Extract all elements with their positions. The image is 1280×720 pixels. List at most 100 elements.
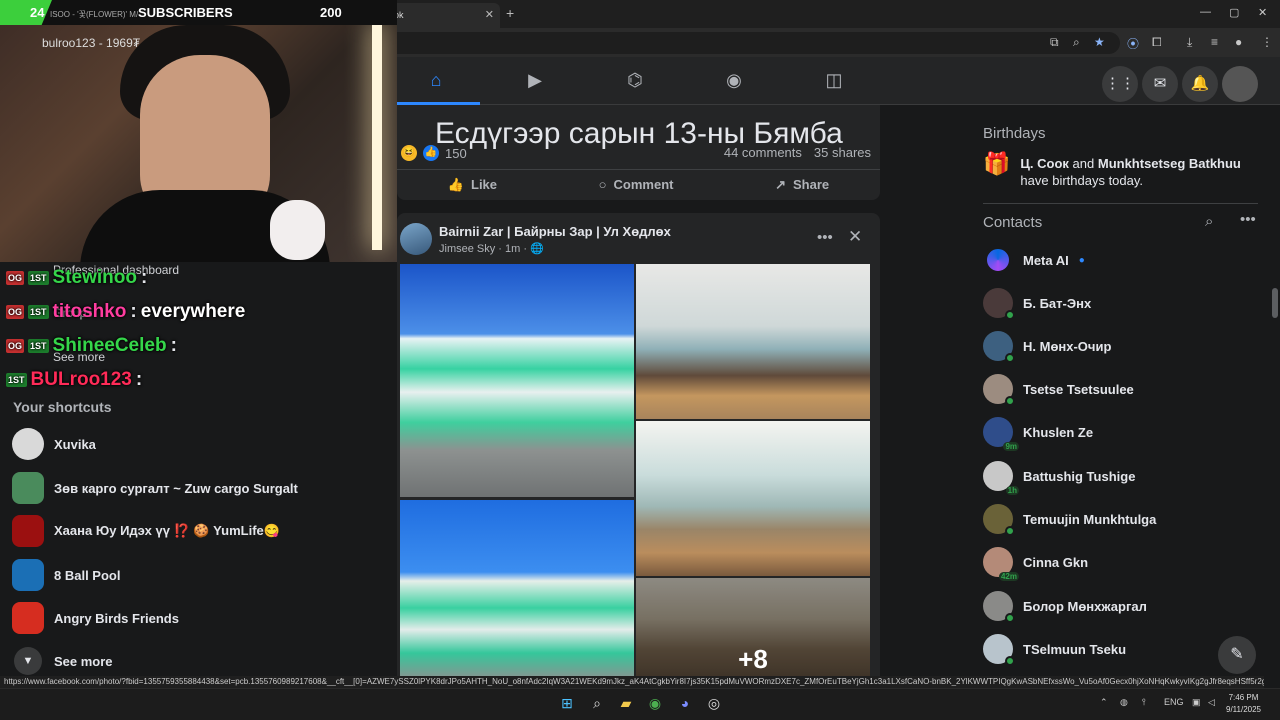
zoom-icon[interactable]: ⌕ — [1073, 35, 1080, 50]
subscriber-count: 24 — [30, 5, 45, 20]
photo-kitchen[interactable]: +8 — [636, 578, 870, 680]
maximize-button[interactable]: ▢ — [1229, 6, 1239, 19]
post-author[interactable]: Jimsee Sky — [439, 243, 495, 255]
chrome-icon[interactable]: ◉ — [645, 695, 665, 713]
photo-bedroom[interactable] — [636, 421, 870, 576]
shortcut-avatar — [12, 559, 44, 591]
photo-building-2[interactable] — [400, 500, 634, 680]
photo-building[interactable] — [400, 264, 634, 497]
shortcut-avatar — [12, 428, 44, 460]
shortcut-item[interactable]: Зөв карго сургалт ~ Zuw cargo Surgalt — [12, 472, 298, 504]
microphone-icon[interactable]: ⫯ — [1142, 697, 1146, 708]
file-explorer-icon[interactable]: ▰ — [616, 695, 636, 713]
subscriber-bar: ISOO - '꽃(FLOWER)' M/ 24 SUBSCRIBERS 200 — [0, 0, 397, 25]
shortcut-item[interactable]: 8 Ball Pool — [12, 559, 120, 591]
reaction-summary[interactable]: 😆 👍 150 — [401, 145, 467, 161]
obs-icon[interactable]: ◎ — [704, 695, 724, 713]
new-tab-button[interactable]: + — [506, 5, 514, 21]
scrollbar-thumb[interactable] — [1272, 288, 1278, 318]
address-bar[interactable] — [290, 32, 1120, 54]
close-icon[interactable]: ✕ — [848, 227, 862, 247]
discord-icon[interactable]: ◕ — [675, 695, 695, 713]
extensions-icon[interactable]: ⧠ — [1152, 35, 1162, 50]
contact-item[interactable]: TSelmuun Tseku — [983, 631, 1126, 667]
contact-item[interactable]: 42m Cinna Gkn — [983, 544, 1088, 581]
comment-button[interactable]: ○ Comment — [599, 177, 674, 192]
share-button[interactable]: ↗ Share — [775, 177, 829, 193]
marketplace-icon[interactable]: ⌬ — [623, 70, 647, 92]
photo-living-room[interactable] — [636, 264, 870, 419]
previous-post: Есдүгээр сарын 13-ны Бямба 😆 👍 150 44 co… — [397, 105, 880, 200]
first-badge: 1ST — [6, 373, 27, 387]
shortcut-label: Angry Birds Friends — [54, 610, 179, 626]
shortcut-item[interactable]: Хаана Юу Идэх үү ⁉️ 🍪 YumLife😋 — [12, 515, 280, 547]
clock[interactable]: 7:46 PM 9/11/2025 — [1226, 692, 1261, 716]
status-url: https://www.facebook.com/photo/?fbid=135… — [0, 676, 1264, 688]
see-more-button[interactable]: ▼ See more — [14, 647, 113, 675]
like-button[interactable]: 👍 Like — [448, 177, 497, 193]
search-icon[interactable]: ⌕ — [587, 695, 607, 713]
shortcut-label: 8 Ball Pool — [54, 567, 121, 583]
video-icon[interactable]: ▶ — [523, 70, 547, 92]
subscriber-label: SUBSCRIBERS — [138, 5, 233, 20]
chat-separator: : — [170, 335, 177, 356]
plush-toy — [270, 200, 325, 260]
profile-icon[interactable]: ● — [1235, 35, 1242, 49]
new-message-icon[interactable]: ✎ — [1218, 636, 1256, 674]
tray-chevron-icon[interactable]: ⌃ — [1100, 697, 1108, 708]
like-reaction-icon: 👍 — [423, 145, 439, 161]
home-icon[interactable]: ⌂ — [424, 70, 448, 92]
contact-item[interactable]: Meta AI ● — [983, 242, 1085, 278]
groups-icon[interactable]: ◉ — [722, 70, 746, 92]
gaming-icon[interactable]: ◫ — [822, 70, 846, 92]
contact-item[interactable]: 9m Khuslen Ze — [983, 414, 1093, 451]
more-options-icon[interactable]: ••• — [817, 229, 833, 246]
post-page-title[interactable]: Bairnii Zar | Байрны Зар | Ул Хөдлөх — [439, 224, 671, 239]
search-icon[interactable]: ⌕ — [1205, 213, 1213, 230]
tray-app-icon[interactable]: ◍ — [1120, 697, 1128, 708]
account-avatar[interactable] — [1222, 66, 1258, 102]
contact-item[interactable]: 1h Battushig Tushige — [983, 458, 1135, 495]
bookmark-star-icon[interactable]: ★ — [1094, 35, 1105, 49]
comment-count[interactable]: 44 comments — [724, 145, 802, 160]
contact-item[interactable]: Tsetse Tsetsuulee — [983, 371, 1134, 407]
shortcut-item[interactable]: Xuvika — [12, 428, 96, 460]
notifications-icon[interactable]: 🔔 — [1182, 66, 1218, 102]
network-icon[interactable]: ▣ — [1192, 697, 1201, 708]
windows-start-icon[interactable]: ⊞ — [557, 695, 577, 713]
volume-icon[interactable]: ◁ — [1208, 697, 1215, 708]
contact-item[interactable]: Болор Мөнхжаргал — [983, 588, 1147, 624]
chat-username: Stewinoo — [52, 267, 137, 288]
birthday-name-1: Ц. Соок — [1020, 156, 1069, 171]
first-badge: 1ST — [28, 305, 49, 319]
close-window-button[interactable]: ✕ — [1258, 6, 1267, 19]
birthday-notice[interactable]: 🎁 Ц. Соок and Munkhtsetseg Batkhuu have … — [983, 153, 1241, 189]
contact-item[interactable]: Б. Бат-Энх — [983, 285, 1091, 321]
tab-close-icon[interactable]: ✕ — [485, 8, 494, 21]
taskbar — [0, 688, 1280, 720]
downloads-icon[interactable]: ⤓ — [1187, 35, 1192, 50]
light-strip — [372, 20, 382, 250]
language-indicator[interactable]: ENG — [1164, 697, 1184, 707]
contact-avatar — [983, 288, 1015, 320]
more-options-icon[interactable]: ••• — [1240, 211, 1256, 228]
browser-menu-icon[interactable]: ⋮ — [1261, 35, 1273, 49]
voice-icon[interactable]: ⦿ — [1127, 35, 1139, 52]
shortcut-item[interactable]: Angry Birds Friends — [12, 602, 179, 634]
comment-label: Comment — [613, 177, 674, 192]
share-count[interactable]: 35 shares — [814, 145, 871, 160]
minimize-button[interactable]: — — [1200, 6, 1211, 18]
post-time[interactable]: 1m — [505, 243, 520, 255]
contact-item[interactable]: Temuujin Munkhtulga — [983, 501, 1156, 537]
chat-separator: : — [130, 301, 137, 322]
messenger-icon[interactable]: ✉ — [1142, 66, 1178, 102]
page-avatar[interactable] — [400, 223, 432, 255]
playlist-icon[interactable]: ≡ — [1211, 35, 1218, 49]
install-app-icon[interactable]: ⧉ — [1050, 35, 1059, 50]
menu-grid-icon[interactable]: ⋮⋮ — [1102, 66, 1138, 102]
comment-icon: ○ — [598, 177, 607, 192]
contact-name: Temuujin Munkhtulga — [1023, 511, 1157, 527]
online-dot — [1005, 310, 1015, 320]
contact-item[interactable]: Н. Мөнх-Очир — [983, 328, 1111, 364]
shortcut-avatar — [12, 515, 44, 547]
